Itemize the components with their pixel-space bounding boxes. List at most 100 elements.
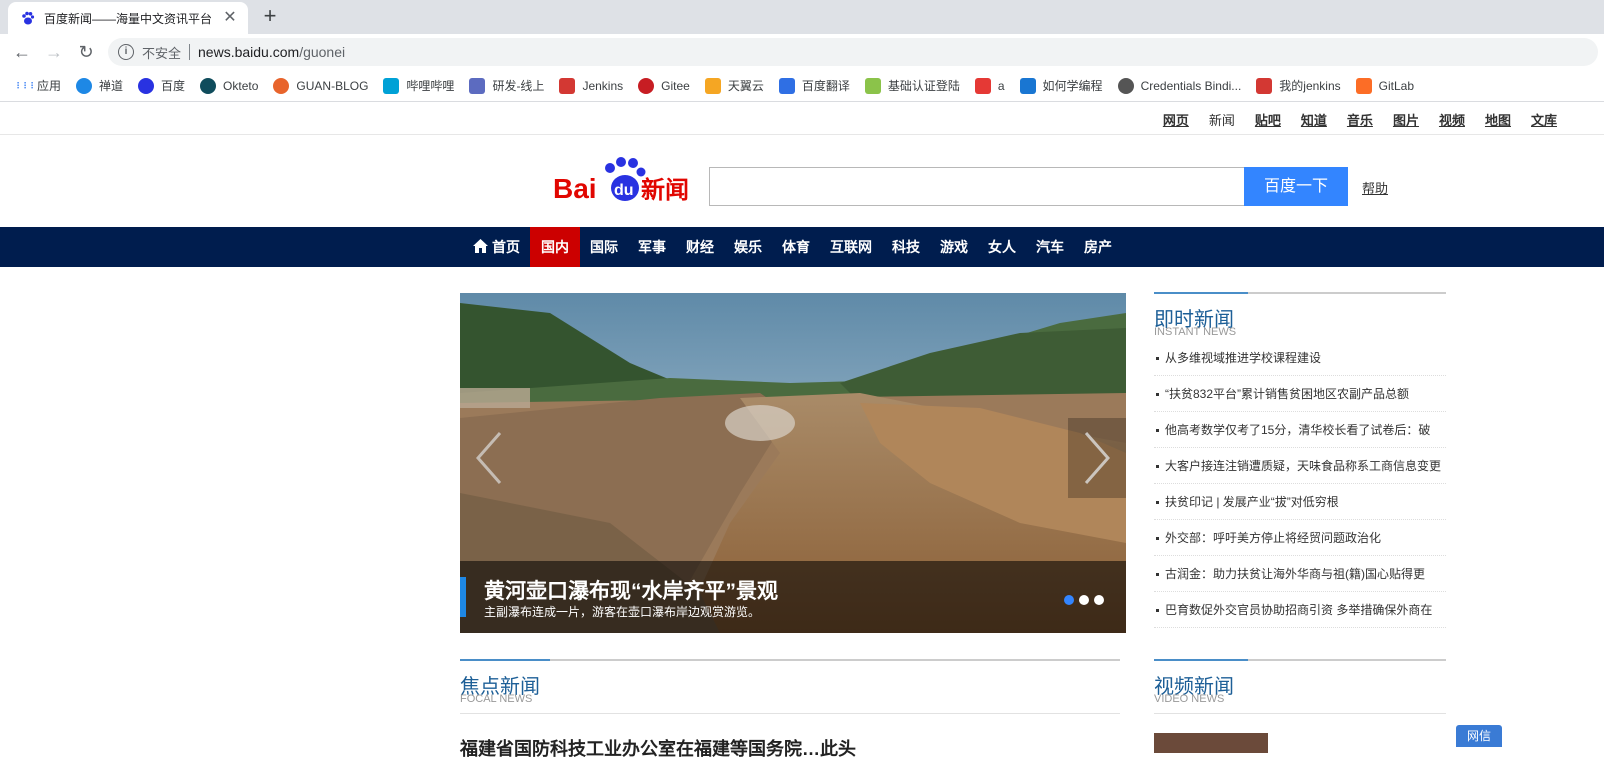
bookmark-item[interactable]: 百度翻译 (778, 77, 850, 94)
bookmark-item[interactable]: 基础认证登陆 (864, 77, 960, 94)
bookmark-item[interactable]: Okteto (200, 77, 259, 94)
news-link[interactable]: “扶贫832平台”累计销售贫困地区农副产品总额 (1165, 387, 1409, 401)
news-link[interactable]: 从多维视域推进学校课程建设 (1165, 351, 1321, 365)
slider-dot[interactable] (1094, 595, 1104, 605)
channel-label: 财经 (686, 239, 714, 255)
bookmark-item[interactable]: ⋮⋮⋮ 应用 (14, 77, 61, 94)
news-link[interactable]: 扶贫印记 | 发展产业“拔”对低穷根 (1165, 495, 1339, 509)
slider-next-arrow[interactable] (1068, 418, 1126, 498)
info-icon[interactable]: i (118, 44, 134, 60)
slide-title[interactable]: 黄河壶口瀑布现“水岸齐平”景观 (484, 575, 778, 605)
channel-tab[interactable]: 娱乐 (724, 227, 772, 267)
bookmark-label: Okteto (223, 78, 259, 93)
apps-icon: ⋮⋮⋮ (14, 80, 36, 90)
top-nav-link[interactable]: 音乐 (1347, 110, 1373, 129)
news-link[interactable]: 巴育数促外交官员协助招商引资 多举措确保外商在 (1165, 603, 1432, 617)
top-nav-link[interactable]: 文库 (1531, 110, 1557, 129)
channel-tab[interactable]: 互联网 (820, 227, 882, 267)
channel-tab[interactable]: 军事 (628, 227, 676, 267)
search-button[interactable]: 百度一下 (1244, 167, 1348, 206)
bookmark-item[interactable]: 百度 (138, 77, 185, 94)
channel-tab[interactable]: 游戏 (930, 227, 978, 267)
list-item[interactable]: 古润金：助力扶贫让海外华商与祖(籍)国心贴得更 (1154, 556, 1446, 592)
slider-dot[interactable] (1079, 595, 1089, 605)
help-link[interactable]: 帮助 (1362, 178, 1388, 197)
code-icon (1019, 77, 1036, 94)
channel-tab[interactable]: 汽车 (1026, 227, 1074, 267)
bookmark-item[interactable]: GitLab (1355, 77, 1414, 94)
bilibili-icon (383, 77, 400, 94)
omnibox-divider (189, 44, 191, 60)
news-link[interactable]: 大客户接连注销遭质疑，天味食品称系工商信息变更 (1165, 459, 1441, 473)
address-bar[interactable]: i 不安全 news.baidu.com/guonei (108, 38, 1598, 66)
feedback-button[interactable]: 网信 (1456, 725, 1502, 747)
channel-label: 房产 (1084, 239, 1112, 255)
gitlab-icon (1355, 77, 1372, 94)
list-item[interactable]: “扶贫832平台”累计销售贫困地区农副产品总额 (1154, 376, 1446, 412)
new-tab-button[interactable]: + (258, 4, 282, 28)
top-nav-link[interactable]: 地图 (1485, 110, 1511, 129)
news-link[interactable]: 外交部：呼吁美方停止将经贸问题政治化 (1165, 531, 1381, 545)
bullet-icon (1156, 609, 1159, 613)
blog-icon (273, 77, 290, 94)
bookmark-item[interactable]: Jenkins (559, 77, 623, 94)
news-link[interactable]: 他高考数学仅考了15分，清华校长看了试卷后：破 (1165, 423, 1430, 437)
focal-headline-link[interactable]: 福建省国防科技工业办公室在福建等国务院…此头 (460, 735, 856, 761)
top-nav-link[interactable]: 贴吧 (1255, 110, 1281, 129)
top-nav-link[interactable]: 网页 (1163, 110, 1189, 129)
sc-icon (974, 77, 991, 94)
top-nav-link[interactable]: 新闻 (1209, 110, 1235, 129)
bookmark-item[interactable]: 如何学编程 (1019, 77, 1103, 94)
bullet-icon (1156, 429, 1159, 433)
zentao-icon (76, 77, 93, 94)
channel-tab[interactable]: 首页 (462, 227, 530, 267)
search-input[interactable] (709, 167, 1244, 206)
bookmark-item[interactable]: Credentials Bindi... (1117, 77, 1241, 94)
channel-tab[interactable]: 财经 (676, 227, 724, 267)
bookmark-item[interactable]: Gitee (638, 77, 690, 94)
headline-slider[interactable]: 黄河壶口瀑布现“水岸齐平”景观 主副瀑布连成一片，游客在壶口瀑布岸边观赏游览。 (460, 293, 1126, 633)
bullet-icon (1156, 573, 1159, 577)
bookmark-item[interactable]: 我的jenkins (1256, 77, 1341, 94)
slide-caption[interactable]: 黄河壶口瀑布现“水岸齐平”景观 主副瀑布连成一片，游客在壶口瀑布岸边观赏游览。 (460, 561, 1126, 633)
top-nav-link[interactable]: 视频 (1439, 110, 1465, 129)
list-item[interactable]: 他高考数学仅考了15分，清华校长看了试卷后：破 (1154, 412, 1446, 448)
list-item[interactable]: 巴育数促外交官员协助招商引资 多举措确保外商在 (1154, 592, 1446, 628)
gitee-icon (638, 77, 655, 94)
bookmark-item[interactable]: 研发-线上 (469, 77, 544, 94)
list-item[interactable]: 从多维视域推进学校课程建设 (1154, 340, 1446, 376)
news-link[interactable]: 古润金：助力扶贫让海外华商与祖(籍)国心贴得更 (1165, 567, 1425, 581)
forward-button[interactable]: → (42, 40, 66, 64)
back-button[interactable]: ← (10, 40, 34, 64)
list-item[interactable]: 外交部：呼吁美方停止将经贸问题政治化 (1154, 520, 1446, 556)
channel-tab[interactable]: 女人 (978, 227, 1026, 267)
bullet-icon (1156, 393, 1159, 397)
cloud-icon (704, 77, 721, 94)
list-item[interactable]: 大客户接连注销遭质疑，天味食品称系工商信息变更 (1154, 448, 1446, 484)
bookmark-item[interactable]: 禅道 (76, 77, 123, 94)
top-nav-link[interactable]: 知道 (1301, 110, 1327, 129)
channel-label: 女人 (988, 239, 1016, 255)
video-thumbnail[interactable] (1154, 733, 1268, 753)
bookmark-item[interactable]: GUAN-BLOG (273, 77, 368, 94)
channel-tab[interactable]: 科技 (882, 227, 930, 267)
channel-tab[interactable]: 房产 (1074, 227, 1122, 267)
reload-button[interactable]: ↻ (74, 40, 98, 64)
dev-icon (469, 77, 486, 94)
baidu-news-logo[interactable]: Bai du 新闻 (553, 156, 693, 206)
browser-tab[interactable]: 百度新闻——海量中文资讯平台 ✕ (8, 2, 248, 34)
slider-dot[interactable] (1064, 595, 1074, 605)
channel-tab[interactable]: 国内 (530, 227, 580, 267)
top-nav-link[interactable]: 图片 (1393, 110, 1419, 129)
bookmark-label: 禅道 (99, 79, 124, 93)
bookmark-item[interactable]: 哔哩哔哩 (383, 77, 454, 94)
slider-prev-arrow[interactable] (460, 418, 518, 498)
list-item[interactable]: 扶贫印记 | 发展产业“拔”对低穷根 (1154, 484, 1446, 520)
bookmark-item[interactable]: 天翼云 (704, 77, 764, 94)
channel-tab[interactable]: 体育 (772, 227, 820, 267)
channel-label: 国际 (590, 239, 618, 255)
channel-tab[interactable]: 国际 (580, 227, 628, 267)
bookmark-item[interactable]: a (974, 77, 1005, 94)
slider-dots (1059, 595, 1104, 605)
close-icon[interactable]: ✕ (222, 10, 238, 26)
